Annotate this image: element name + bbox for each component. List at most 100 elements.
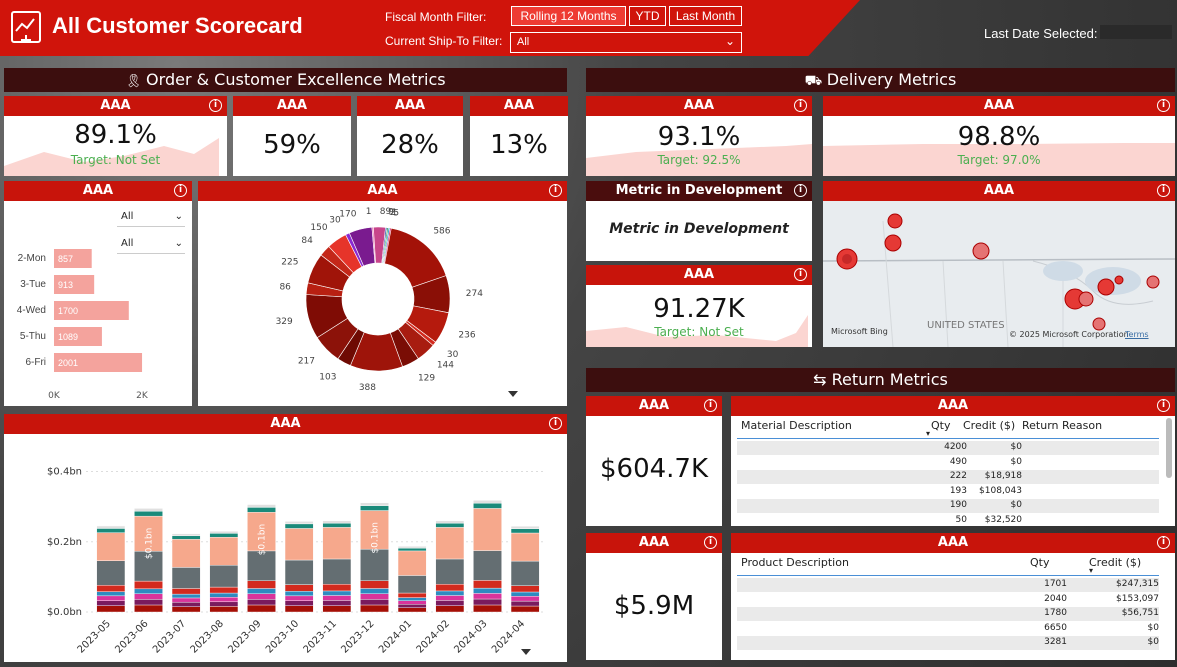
info-icon[interactable]: i — [794, 184, 807, 197]
bar-segment — [171, 588, 201, 595]
table-row[interactable]: 190 $0 — [737, 499, 1159, 513]
kpi-value: 91.27K — [653, 294, 745, 324]
truck-icon: ⛟ — [804, 73, 827, 89]
x-tick-label: 2023-09 — [226, 618, 263, 655]
slice-label: 388 — [359, 383, 376, 393]
shipto-filter-label: Current Ship-To Filter: — [385, 34, 503, 48]
x-tick-label: 2023-05 — [76, 618, 113, 655]
info-icon[interactable]: i — [1157, 184, 1170, 197]
product-table-header: Product Description Qty Credit ($) ▾ — [737, 554, 1159, 576]
qty-cell: 50 — [955, 514, 967, 525]
credit-cell: $0 — [1147, 637, 1159, 647]
fiscal-ytd-button[interactable]: YTD — [629, 6, 666, 26]
kpi-value: 13% — [490, 130, 548, 160]
metric-dev-body: Metric in Development — [609, 221, 789, 237]
table-row[interactable]: 4200 $0 — [737, 441, 1159, 455]
bar-segment — [209, 592, 239, 598]
more-options-icon — [521, 649, 531, 655]
credit-cell: $0 — [1010, 500, 1022, 510]
col-return-reason[interactable]: Return Reason — [1022, 419, 1102, 432]
slice-label: 86 — [279, 282, 291, 292]
col-credit[interactable]: Credit ($) — [1089, 556, 1141, 569]
bar-segment — [284, 600, 314, 606]
table-row[interactable]: 222 $18,918 — [737, 470, 1159, 484]
slice-label: 144 — [437, 360, 454, 370]
fiscal-rolling-12-button[interactable]: Rolling 12 Months — [511, 6, 626, 26]
bar-segment — [322, 590, 352, 596]
kpi-value: 28% — [381, 130, 439, 160]
col-qty[interactable]: Qty — [1030, 556, 1049, 569]
bar-segment — [473, 604, 502, 613]
bar-segment — [473, 550, 502, 581]
bar-segment — [247, 593, 276, 600]
info-icon[interactable]: i — [549, 184, 562, 197]
qty-cell: 3281 — [1044, 637, 1067, 647]
table-row[interactable]: 1701 $247,315 — [737, 578, 1159, 592]
col-product-desc[interactable]: Product Description — [741, 556, 849, 569]
info-icon[interactable]: i — [209, 99, 222, 112]
col-qty[interactable]: Qty — [931, 419, 950, 432]
credit-cell: $18,918 — [984, 471, 1022, 481]
table-row[interactable]: 490 $0 — [737, 456, 1159, 470]
kpi-target: Target: Not Set — [654, 325, 744, 339]
stacked-bar-chart: $0.4bn $0.2bn $0.0bn2023-05 2023-06 $0.1bn 20… — [47, 467, 544, 656]
weekday-filter-1[interactable]: All ⌄ — [117, 209, 185, 227]
metric-dev-card: Metric in Development i Metric in Develop… — [586, 181, 812, 261]
bar-segment — [247, 588, 276, 594]
bar-segment — [322, 600, 352, 606]
info-icon[interactable]: i — [1157, 99, 1170, 112]
delivery-section-title: Delivery Metrics — [826, 70, 957, 89]
kpi-target: Target: Not Set — [70, 153, 161, 167]
ribbon-icon: 🎗 — [125, 74, 147, 89]
sort-desc-icon: ▾ — [926, 429, 931, 438]
kpi-card-title: Metric in Development — [615, 183, 783, 198]
info-icon[interactable]: i — [704, 536, 717, 549]
data-label: 1089 — [58, 332, 78, 342]
kpi-card-title: AAA — [100, 98, 131, 113]
table-row[interactable]: 193 $108,043 — [737, 485, 1159, 499]
slice-label: 236 — [458, 331, 475, 341]
info-icon[interactable]: i — [794, 268, 807, 281]
bar-segment — [473, 598, 502, 606]
bar-segment — [209, 601, 239, 607]
kpi-value: 59% — [263, 130, 321, 160]
info-icon[interactable]: i — [549, 417, 562, 430]
donut-chart: 5862742363014412938810321732986225841503… — [276, 207, 518, 397]
col-credit[interactable]: Credit ($) — [963, 419, 1015, 432]
info-icon[interactable]: i — [704, 399, 717, 412]
qty-cell: 2040 — [1044, 593, 1067, 604]
bar-segment — [360, 505, 389, 511]
info-icon[interactable]: i — [794, 99, 807, 112]
kpi-card-title: AAA — [276, 98, 308, 113]
bar-segment — [510, 591, 540, 597]
bar-segment — [209, 606, 239, 613]
more-options-icon — [508, 391, 518, 397]
table-row[interactable]: 6650 $0 — [737, 622, 1159, 636]
qty-cell: 193 — [949, 485, 967, 496]
info-icon[interactable]: i — [1157, 399, 1170, 412]
bar-segment — [284, 591, 314, 597]
table-title: AAA — [937, 398, 969, 413]
bar-segment — [284, 559, 314, 585]
shipto-select[interactable]: All ⌄ — [510, 32, 742, 53]
info-icon[interactable]: i — [174, 184, 187, 197]
table-row[interactable]: 3281 $0 — [737, 636, 1159, 650]
kpi-value: $604.7K — [599, 454, 709, 484]
category-label: 4-Wed — [17, 305, 46, 316]
col-material-desc[interactable]: Material Description — [741, 419, 852, 432]
credit-cell: $32,520 — [984, 514, 1022, 525]
fiscal-last-month-button[interactable]: Last Month — [669, 6, 742, 26]
info-icon[interactable]: i — [1157, 536, 1170, 549]
bar-segment — [322, 605, 352, 613]
kpi-card-title: AAA — [394, 98, 426, 113]
sort-desc-icon: ▾ — [1089, 566, 1094, 575]
table-scrollbar[interactable] — [1166, 418, 1172, 478]
bar-segment — [96, 528, 126, 533]
table-row[interactable]: 2040 $153,097 — [737, 593, 1159, 607]
bar-segment — [510, 595, 540, 602]
table-row[interactable]: 50 $32,520 — [737, 514, 1159, 528]
bar-segment — [134, 508, 163, 512]
kpi-target: Target: 97.0% — [957, 153, 1041, 167]
table-row[interactable]: 1780 $56,751 — [737, 607, 1159, 621]
map-terms-link[interactable]: Terms — [1125, 330, 1149, 339]
